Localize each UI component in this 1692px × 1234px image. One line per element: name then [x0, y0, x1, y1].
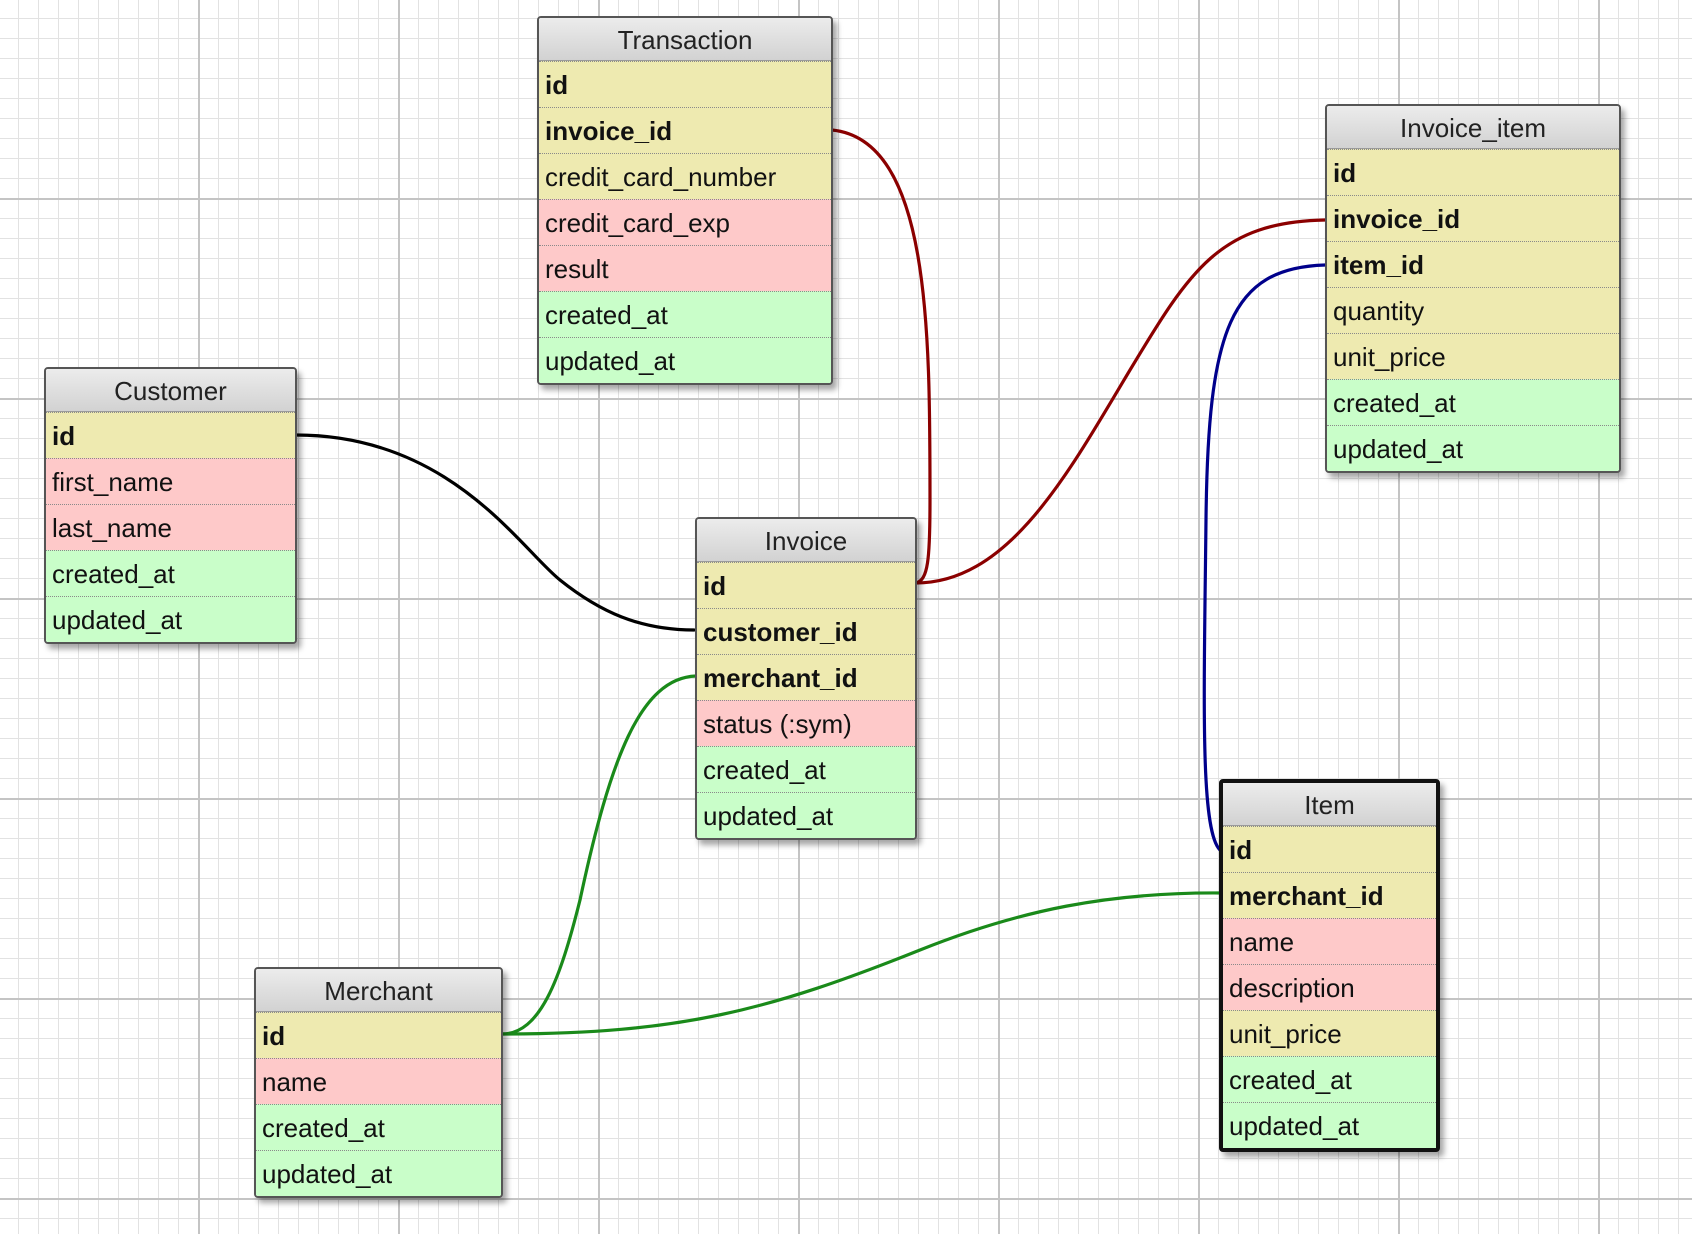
table-transaction[interactable]: Transaction id invoice_id credit_card_nu… [537, 16, 833, 385]
field-created-at[interactable]: created_at [539, 291, 831, 337]
table-title: Merchant [256, 969, 501, 1012]
field-first-name[interactable]: first_name [46, 458, 295, 504]
table-title: Transaction [539, 18, 831, 61]
link-customer-invoice[interactable] [294, 433, 696, 632]
field-merchant-id[interactable]: merchant_id [697, 654, 915, 700]
table-merchant[interactable]: Merchant id name created_at updated_at [254, 967, 503, 1198]
field-credit-card-exp[interactable]: credit_card_exp [539, 199, 831, 245]
field-updated-at[interactable]: updated_at [256, 1150, 501, 1196]
er-diagram-canvas: Transaction id invoice_id credit_card_nu… [0, 0, 1692, 1234]
table-item[interactable]: Item id merchant_id name description uni… [1219, 779, 1440, 1152]
table-title: Invoice [697, 519, 915, 562]
field-created-at[interactable]: created_at [1223, 1056, 1436, 1102]
field-invoice-id[interactable]: invoice_id [539, 107, 831, 153]
field-result[interactable]: result [539, 245, 831, 291]
field-description[interactable]: description [1223, 964, 1436, 1010]
field-id[interactable]: id [46, 412, 295, 458]
field-updated-at[interactable]: updated_at [539, 337, 831, 383]
field-id[interactable]: id [539, 61, 831, 107]
field-name[interactable]: name [256, 1058, 501, 1104]
table-invoice[interactable]: Invoice id customer_id merchant_id statu… [695, 517, 917, 840]
field-created-at[interactable]: created_at [1327, 379, 1619, 425]
link-merchant-invoice[interactable] [500, 674, 698, 1036]
field-updated-at[interactable]: updated_at [46, 596, 295, 642]
field-unit-price[interactable]: unit_price [1327, 333, 1619, 379]
field-unit-price[interactable]: unit_price [1223, 1010, 1436, 1056]
link-merchant-item[interactable] [500, 891, 1224, 1036]
table-customer[interactable]: Customer id first_name last_name created… [44, 367, 297, 644]
table-invoice-item[interactable]: Invoice_item id invoice_id item_id quant… [1325, 104, 1621, 473]
field-id[interactable]: id [256, 1012, 501, 1058]
field-quantity[interactable]: quantity [1327, 287, 1619, 333]
field-created-at[interactable]: created_at [256, 1104, 501, 1150]
field-id[interactable]: id [697, 562, 915, 608]
field-id[interactable]: id [1327, 149, 1619, 195]
field-item-id[interactable]: item_id [1327, 241, 1619, 287]
link-transaction-invoice[interactable] [830, 128, 932, 585]
field-name[interactable]: name [1223, 918, 1436, 964]
table-title: Invoice_item [1327, 106, 1619, 149]
field-updated-at[interactable]: updated_at [1327, 425, 1619, 471]
field-id[interactable]: id [1223, 826, 1436, 872]
field-merchant-id[interactable]: merchant_id [1223, 872, 1436, 918]
field-status[interactable]: status (:sym) [697, 700, 915, 746]
link-invoice-invoice-item[interactable] [914, 218, 1327, 585]
table-title: Customer [46, 369, 295, 412]
field-credit-card-number[interactable]: credit_card_number [539, 153, 831, 199]
table-title: Item [1223, 783, 1436, 826]
field-updated-at[interactable]: updated_at [1223, 1102, 1436, 1148]
field-updated-at[interactable]: updated_at [697, 792, 915, 838]
field-customer-id[interactable]: customer_id [697, 608, 915, 654]
link-item-invoice-item[interactable] [1202, 263, 1327, 852]
field-invoice-id[interactable]: invoice_id [1327, 195, 1619, 241]
field-created-at[interactable]: created_at [46, 550, 295, 596]
field-last-name[interactable]: last_name [46, 504, 295, 550]
field-created-at[interactable]: created_at [697, 746, 915, 792]
